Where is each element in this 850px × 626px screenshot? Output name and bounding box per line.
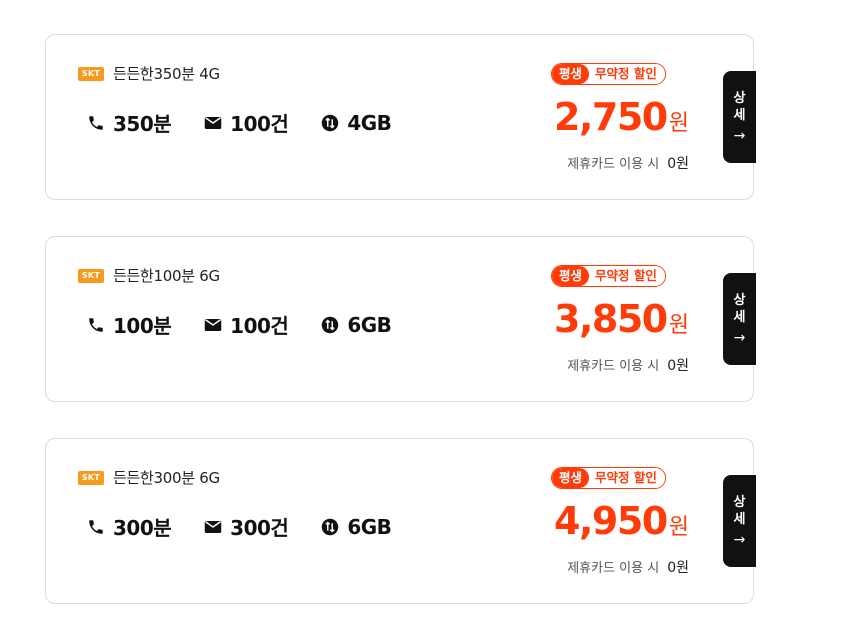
promo-tag: 평생: [552, 266, 590, 286]
carrier-badge: SKT: [78, 268, 104, 283]
price-amount: 2,750: [554, 95, 668, 139]
data-arrows-icon: [320, 517, 340, 537]
promo-text: 무약정 할인: [589, 64, 665, 84]
data-value: 4GB: [347, 110, 392, 135]
card-note-label: 제휴카드 이용 시: [567, 561, 660, 576]
card-discount-note: 제휴카드 이용 시 0원: [567, 557, 689, 577]
data-value: 6GB: [347, 514, 392, 539]
spec-data: 6GB: [320, 514, 392, 539]
calls-value: 350분: [113, 112, 172, 136]
detail-label-2: 세: [733, 107, 746, 123]
arrow-right-icon: →: [733, 127, 746, 144]
promo-badge: 평생 무약정 할인: [551, 265, 666, 287]
price-unit: 원: [668, 111, 689, 136]
card-note-price: 0원: [667, 358, 689, 374]
plan-name: 든든한350분 4G: [113, 65, 220, 83]
price-unit: 원: [668, 313, 689, 338]
plan-card[interactable]: SKT 든든한300분 6G 300분 300건 6GB 평생 무약정 할인 4…: [45, 438, 756, 604]
calls-value: 100분: [113, 314, 172, 338]
detail-button[interactable]: 상 세 →: [723, 273, 756, 365]
envelope-icon: [203, 517, 223, 537]
spec-calls: 100분: [86, 310, 172, 339]
data-arrows-icon: [320, 315, 340, 335]
card-note-label: 제휴카드 이용 시: [567, 157, 660, 172]
phone-icon: [86, 113, 106, 133]
sms-value: 100건: [230, 314, 289, 338]
price-amount: 3,850: [554, 297, 668, 341]
plan-header: SKT 든든한100분 6G: [78, 265, 220, 286]
plan-header: SKT 든든한350분 4G: [78, 63, 220, 84]
calls-value: 300분: [113, 516, 172, 540]
phone-icon: [86, 315, 106, 335]
sms-value: 100건: [230, 112, 289, 136]
card-discount-note: 제휴카드 이용 시 0원: [567, 355, 689, 375]
plan-name: 든든한100분 6G: [113, 267, 220, 285]
plan-specs: 100분 100건 6GB: [86, 310, 423, 339]
spec-data: 6GB: [320, 312, 392, 337]
price: 3,850 원: [554, 297, 689, 341]
arrow-right-icon: →: [733, 531, 746, 548]
phone-icon: [86, 517, 106, 537]
spec-calls: 350분: [86, 108, 172, 137]
plan-specs: 300분 300건 6GB: [86, 512, 423, 541]
card-note-label: 제휴카드 이용 시: [567, 359, 660, 374]
card-discount-note: 제휴카드 이용 시 0원: [567, 153, 689, 173]
promo-badge: 평생 무약정 할인: [551, 467, 666, 489]
plan-specs: 350분 100건 4GB: [86, 108, 423, 137]
detail-label-1: 상: [733, 90, 746, 106]
spec-data: 4GB: [320, 110, 392, 135]
envelope-icon: [203, 113, 223, 133]
promo-tag: 평생: [552, 468, 590, 488]
data-value: 6GB: [347, 312, 392, 337]
detail-button[interactable]: 상 세 →: [723, 475, 756, 567]
promo-text: 무약정 할인: [589, 468, 665, 488]
card-note-price: 0원: [667, 156, 689, 172]
carrier-badge: SKT: [78, 470, 104, 485]
plan-name: 든든한300분 6G: [113, 469, 220, 487]
detail-label-1: 상: [733, 292, 746, 308]
promo-badge: 평생 무약정 할인: [551, 63, 666, 85]
data-arrows-icon: [320, 113, 340, 133]
detail-label-2: 세: [733, 309, 746, 325]
spec-sms: 100건: [203, 310, 289, 339]
spec-calls: 300분: [86, 512, 172, 541]
price-amount: 4,950: [554, 499, 668, 543]
price: 2,750 원: [554, 95, 689, 139]
price: 4,950 원: [554, 499, 689, 543]
price-unit: 원: [668, 515, 689, 540]
card-note-price: 0원: [667, 560, 689, 576]
detail-label-2: 세: [733, 511, 746, 527]
arrow-right-icon: →: [733, 329, 746, 346]
detail-label-1: 상: [733, 494, 746, 510]
spec-sms: 300건: [203, 512, 289, 541]
promo-tag: 평생: [552, 64, 590, 84]
plan-header: SKT 든든한300분 6G: [78, 467, 220, 488]
plan-card[interactable]: SKT 든든한100분 6G 100분 100건 6GB 평생 무약정 할인 3…: [45, 236, 756, 402]
detail-button[interactable]: 상 세 →: [723, 71, 756, 163]
carrier-badge: SKT: [78, 66, 104, 81]
plan-card[interactable]: SKT 든든한350분 4G 350분 100건 4GB 평생 무약정 할인 2…: [45, 34, 756, 200]
sms-value: 300건: [230, 516, 289, 540]
envelope-icon: [203, 315, 223, 335]
promo-text: 무약정 할인: [589, 266, 665, 286]
spec-sms: 100건: [203, 108, 289, 137]
